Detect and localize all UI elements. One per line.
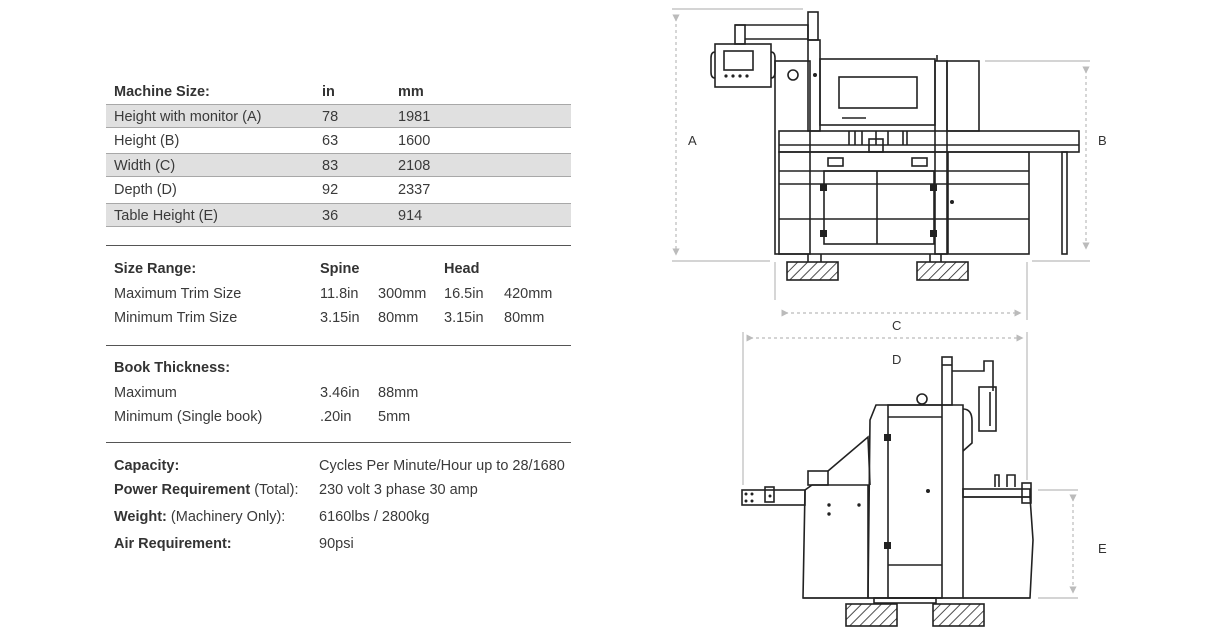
- dimension-label-a: A: [688, 133, 697, 148]
- side-view: [741, 332, 1078, 627]
- dimension-label-b: B: [1098, 133, 1107, 148]
- machine-drawing: A B C D E: [672, 8, 1107, 627]
- dimension-label-e: E: [1098, 541, 1107, 556]
- dimension-lines: [742, 332, 1078, 599]
- front-view: [672, 8, 1090, 320]
- dimension-label-c: C: [892, 318, 901, 333]
- dimension-label-d: D: [892, 352, 901, 367]
- dimension-lines: [672, 8, 1090, 320]
